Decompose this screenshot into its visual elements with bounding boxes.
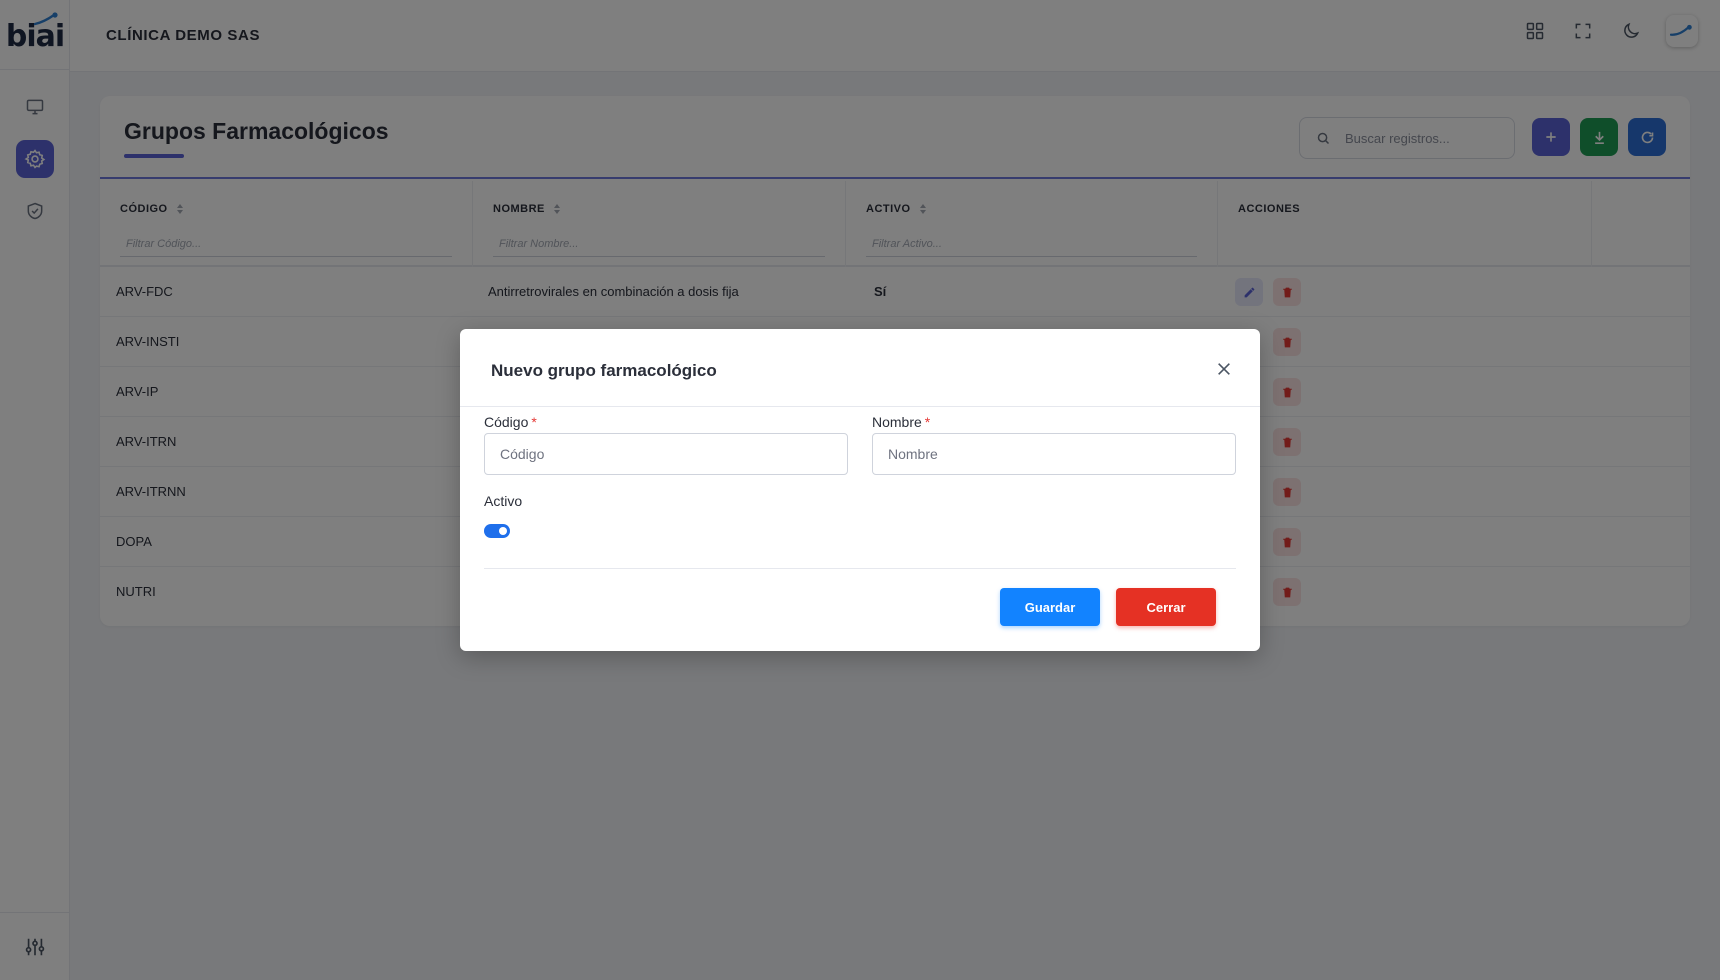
activo-label: Activo: [484, 493, 523, 509]
modal-header: Nuevo grupo farmacológico: [460, 329, 1260, 407]
close-icon: [1218, 363, 1230, 375]
modal-divider: [484, 568, 1236, 569]
required-mark: *: [531, 414, 537, 430]
nombre-input[interactable]: [872, 433, 1236, 475]
codigo-input[interactable]: [484, 433, 848, 475]
nombre-label-text: Nombre: [872, 414, 922, 430]
modal-title: Nuevo grupo farmacológico: [491, 361, 717, 380]
modal-close-button[interactable]: [1210, 355, 1238, 383]
close-button[interactable]: Cerrar: [1116, 588, 1216, 626]
nombre-label: Nombre *: [872, 414, 930, 430]
activo-toggle[interactable]: [484, 524, 510, 538]
codigo-label: Código *: [484, 414, 537, 430]
save-button[interactable]: Guardar: [1000, 588, 1100, 626]
codigo-label-text: Código: [484, 414, 529, 430]
toggle-knob: [499, 527, 507, 535]
new-group-modal: Nuevo grupo farmacológico Código* Nombre…: [460, 329, 1260, 651]
required-mark: *: [924, 414, 931, 430]
